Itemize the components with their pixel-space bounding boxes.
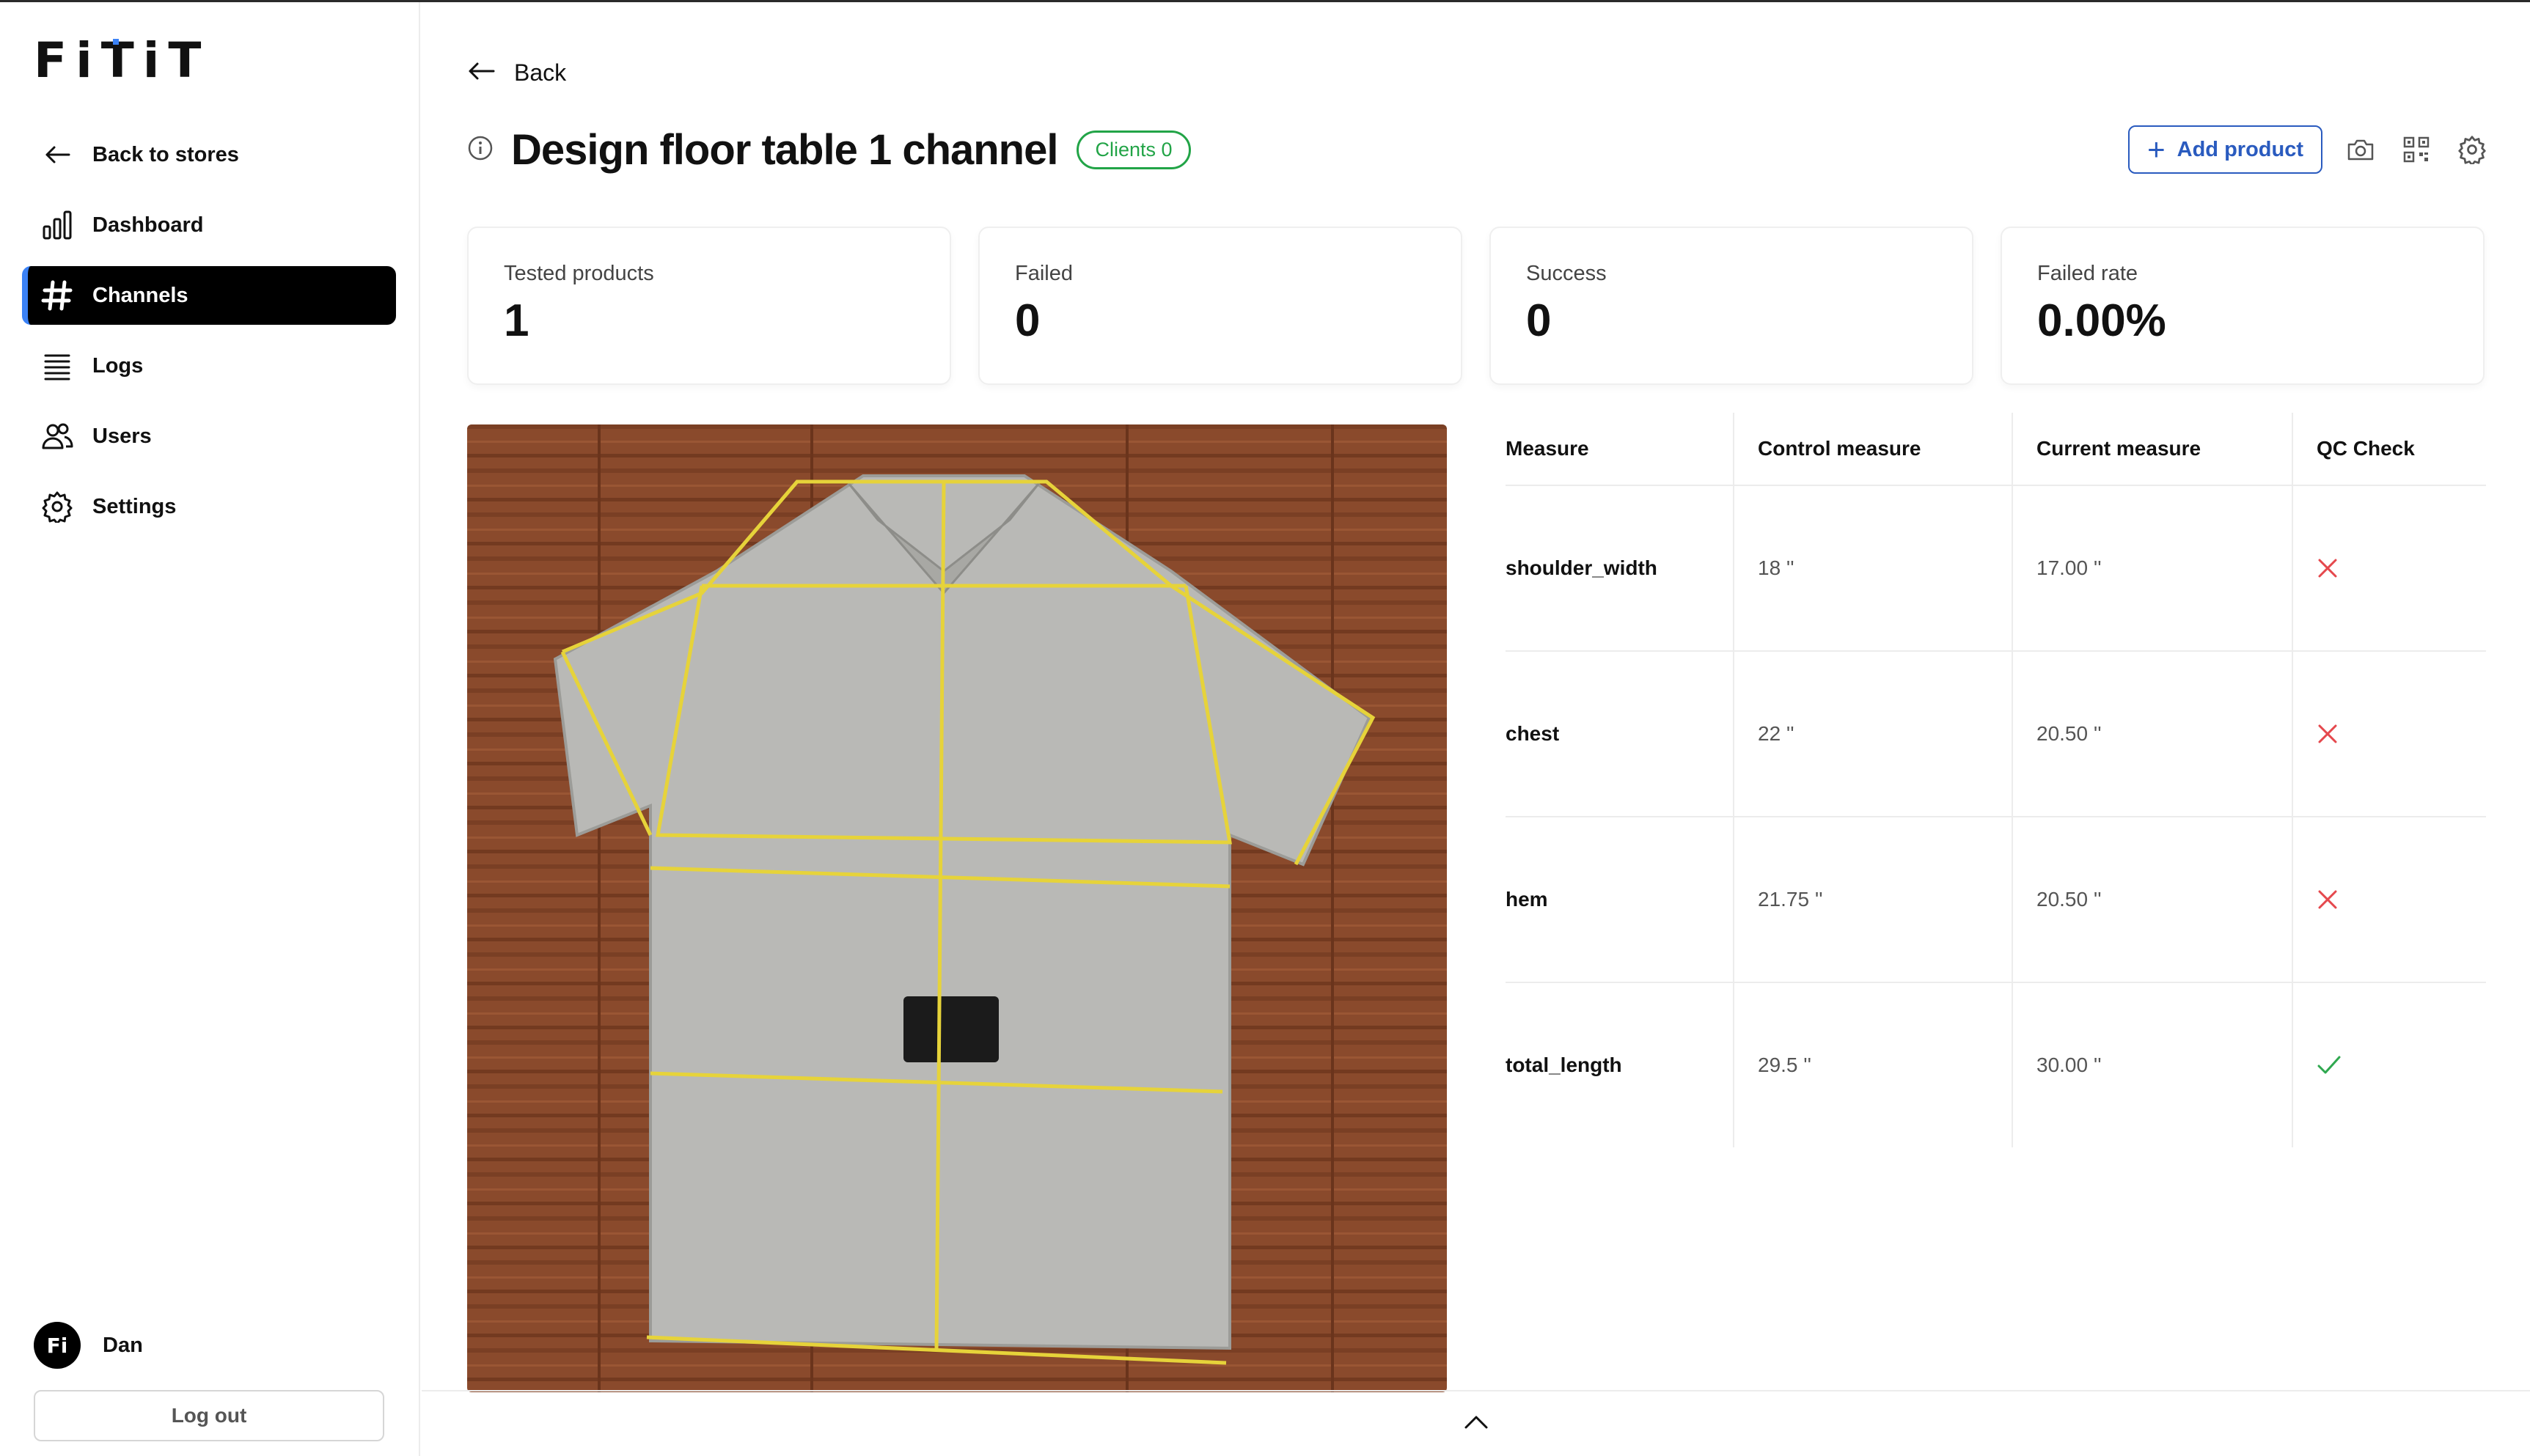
- sidebar: FiTiT Back to stores Dashboard Channels: [0, 2, 420, 1456]
- stat-label: Failed: [1015, 262, 1073, 285]
- stat-label: Tested products: [504, 262, 654, 285]
- sidebar-item-users[interactable]: Users: [22, 407, 396, 466]
- qc-fail-icon: [2292, 652, 2486, 816]
- hash-icon: [40, 278, 75, 313]
- sidebar-item-back-to-stores[interactable]: Back to stores: [22, 125, 396, 184]
- current-measure-value: 20.50 '': [2012, 817, 2292, 982]
- bar-chart-icon: [40, 207, 75, 243]
- sidebar-item-settings[interactable]: Settings: [22, 477, 396, 536]
- clients-badge: Clients 0: [1077, 130, 1191, 169]
- control-measure-value: 29.5 '': [1733, 983, 2012, 1147]
- user-profile[interactable]: Fi Dan: [34, 1322, 143, 1369]
- table-row: total_length 29.5 '' 30.00 '': [1506, 983, 2486, 1147]
- control-measure-value: 22 '': [1733, 652, 2012, 816]
- gear-icon: [40, 489, 75, 524]
- table-row: hem 21.75 '' 20.50 '': [1506, 817, 2486, 983]
- title-row: Design floor table 1 channel Clients 0: [467, 125, 1191, 174]
- column-header-current-measure: Current measure: [2012, 413, 2292, 485]
- add-product-label: Add product: [2177, 137, 2303, 161]
- stat-label: Success: [1526, 262, 1607, 285]
- stat-card-tested-products: Tested products 1: [467, 227, 951, 385]
- info-icon[interactable]: [467, 135, 494, 165]
- sidebar-item-label: Users: [92, 424, 152, 448]
- stat-card-failed-rate: Failed rate 0.00%: [2001, 227, 2485, 385]
- sidebar-item-label: Logs: [92, 353, 144, 378]
- product-measurement-photo: [467, 424, 1447, 1392]
- sidebar-item-dashboard[interactable]: Dashboard: [22, 196, 396, 254]
- stat-card-failed: Failed 0: [978, 227, 1462, 385]
- column-header-qc-check: QC Check: [2292, 413, 2486, 485]
- qc-pass-icon: [2292, 983, 2486, 1147]
- measure-name: total_length: [1506, 1054, 1622, 1076]
- stat-value: 1: [504, 295, 529, 346]
- arrow-left-icon: [467, 60, 496, 86]
- logo-accent-dot: [113, 39, 119, 45]
- column-header-measure: Measure: [1506, 437, 1589, 460]
- current-measure-value: 20.50 '': [2012, 652, 2292, 816]
- add-product-button[interactable]: + Add product: [2128, 125, 2322, 174]
- table-header-row: Measure Control measure Current measure …: [1506, 413, 2486, 486]
- main-content: Back Design floor table 1 channel Client…: [422, 2, 2530, 1456]
- sidebar-item-logs[interactable]: Logs: [22, 337, 396, 395]
- measure-name: chest: [1506, 722, 1560, 745]
- stat-value: 0: [1015, 295, 1041, 346]
- measure-name: hem: [1506, 888, 1548, 911]
- back-label: Back: [514, 59, 567, 86]
- page-title: Design floor table 1 channel: [511, 126, 1058, 174]
- stat-value: 0: [1526, 295, 1552, 346]
- logo-text: FiTiT: [34, 32, 210, 89]
- users-icon: [40, 419, 75, 454]
- qc-fail-icon: [2292, 486, 2486, 650]
- stat-card-success: Success 0: [1489, 227, 1973, 385]
- back-link[interactable]: Back: [467, 59, 566, 87]
- current-measure-value: 17.00 '': [2012, 486, 2292, 650]
- logo: FiTiT: [34, 32, 210, 89]
- sidebar-item-label: Channels: [92, 283, 188, 307]
- user-name: Dan: [103, 1333, 143, 1357]
- column-header-control-measure: Control measure: [1733, 413, 2012, 485]
- table-row: shoulder_width 18 '' 17.00 '': [1506, 486, 2486, 652]
- list-icon: [40, 348, 75, 383]
- sidebar-nav: Back to stores Dashboard Channels Logs U…: [22, 125, 396, 548]
- arrow-left-icon: [40, 137, 75, 172]
- measure-name: shoulder_width: [1506, 556, 1657, 579]
- table-row: chest 22 '' 20.50 '': [1506, 652, 2486, 817]
- gear-icon[interactable]: [2454, 132, 2490, 167]
- header-actions: + Add product: [2128, 125, 2490, 174]
- chevron-up-icon[interactable]: [1462, 1411, 1491, 1437]
- qc-fail-icon: [2292, 817, 2486, 982]
- sidebar-item-label: Dashboard: [92, 213, 204, 237]
- control-measure-value: 21.75 '': [1733, 817, 2012, 982]
- qr-code-icon[interactable]: [2399, 132, 2434, 167]
- current-measure-value: 30.00 '': [2012, 983, 2292, 1147]
- avatar: Fi: [34, 1322, 81, 1369]
- reference-card: [903, 996, 999, 1062]
- table-body: shoulder_width 18 '' 17.00 '' chest 22 '…: [1506, 486, 2486, 1147]
- sidebar-item-channels[interactable]: Channels: [22, 266, 396, 325]
- sidebar-item-label: Back to stores: [92, 142, 239, 166]
- stat-label: Failed rate: [2037, 262, 2138, 285]
- stat-value: 0.00%: [2037, 295, 2166, 346]
- stats-row: Tested products 1 Failed 0 Success 0 Fai…: [467, 227, 2485, 385]
- sidebar-item-label: Settings: [92, 494, 177, 518]
- camera-icon[interactable]: [2343, 132, 2378, 167]
- logout-button[interactable]: Log out: [34, 1390, 384, 1441]
- bottom-drawer-bar[interactable]: [422, 1390, 2530, 1456]
- control-measure-value: 18 '': [1733, 486, 2012, 650]
- measurement-table: Measure Control measure Current measure …: [1506, 413, 2486, 1147]
- plus-icon: +: [2147, 132, 2166, 166]
